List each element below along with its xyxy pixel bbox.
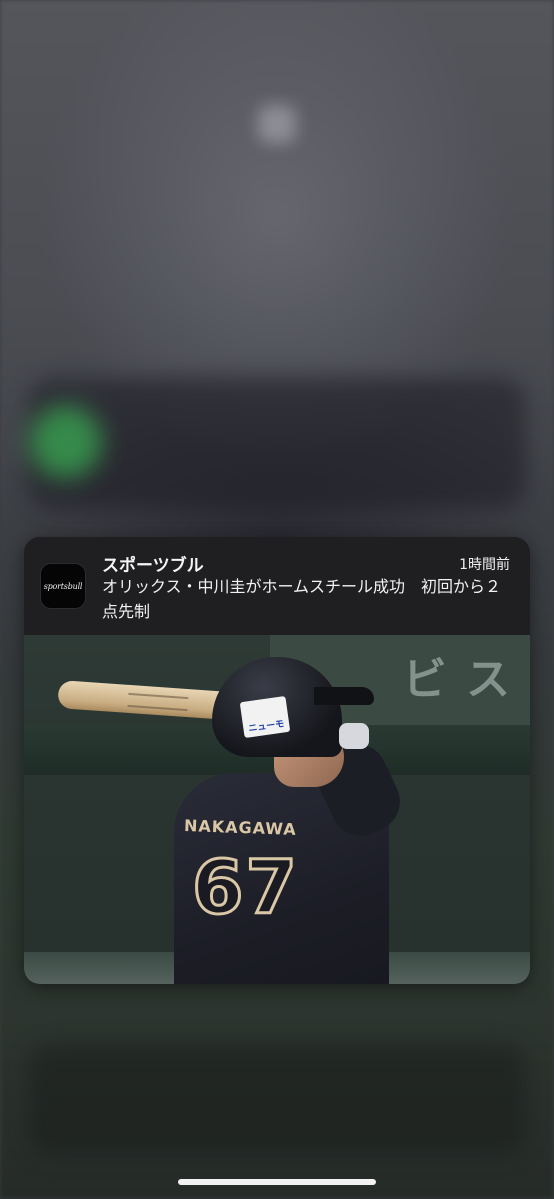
notification-message: オリックス・中川圭がホームスチール成功 初回から２点先制 bbox=[102, 577, 502, 621]
jersey-number: 67 bbox=[191, 844, 299, 933]
app-icon-text: sportsbull bbox=[43, 581, 83, 591]
stadium-sign-text: ビ ス bbox=[402, 654, 512, 705]
notification-image[interactable]: ビ ス ニューモ NAKAGAWA 67 bbox=[24, 635, 530, 984]
blurred-notification bbox=[28, 1045, 526, 1155]
bat-label bbox=[127, 692, 189, 712]
blurred-date bbox=[0, 120, 554, 153]
notification-card[interactable]: sportsbull スポーツブル 1時間前 オリックス・中川圭がホームスチール… bbox=[24, 537, 530, 984]
blurred-widget bbox=[28, 378, 526, 508]
blurred-clock bbox=[0, 185, 554, 285]
sportsbull-logo-icon: sportsbull bbox=[40, 563, 86, 609]
home-indicator[interactable] bbox=[178, 1179, 376, 1185]
notification-header[interactable]: sportsbull スポーツブル 1時間前 オリックス・中川圭がホームスチール… bbox=[24, 537, 530, 635]
app-name: スポーツブル bbox=[102, 556, 204, 576]
notification-timestamp: 1時間前 bbox=[459, 557, 510, 573]
batting-glove bbox=[339, 723, 369, 749]
helmet-sticker: ニューモ bbox=[239, 695, 291, 739]
helmet-brim bbox=[314, 687, 374, 705]
jersey-name: NAKAGAWA bbox=[183, 816, 297, 839]
blurred-app-icon bbox=[30, 406, 102, 478]
